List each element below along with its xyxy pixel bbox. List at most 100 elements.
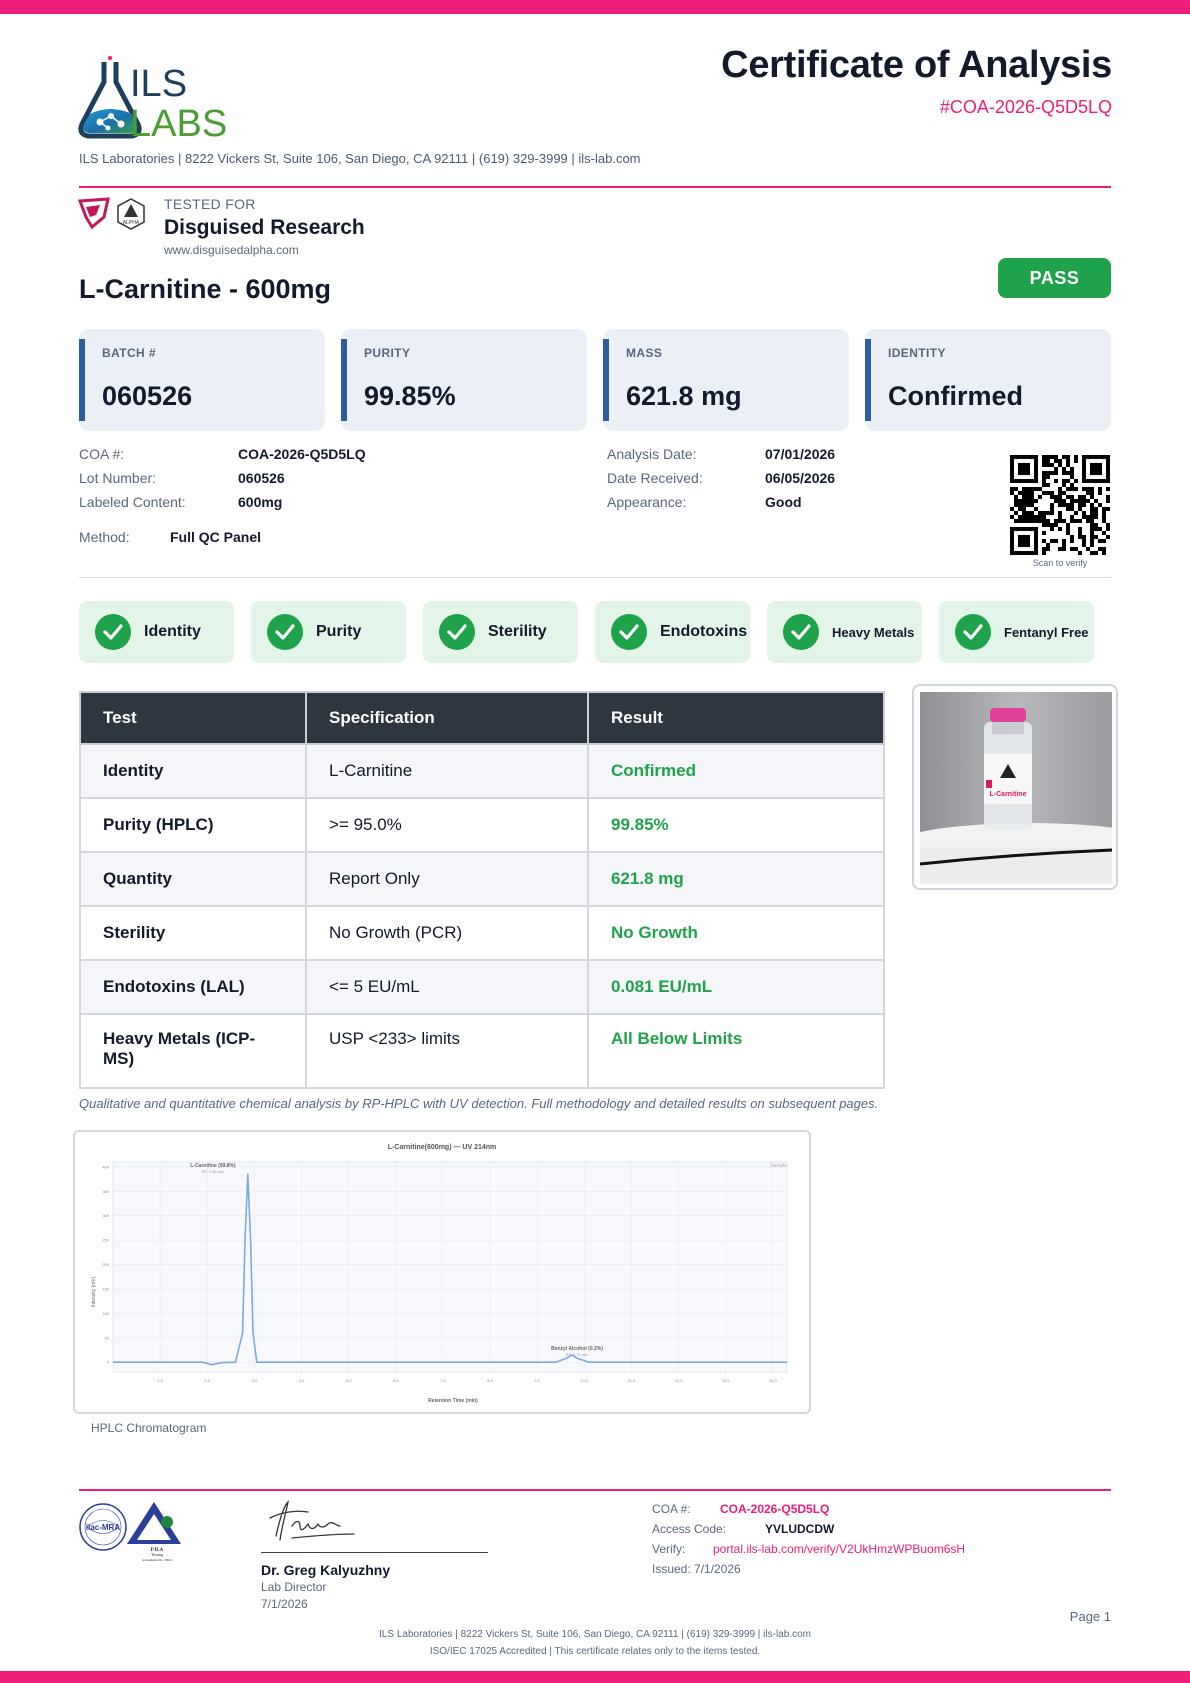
svg-text:Testing: Testing <box>151 1552 163 1557</box>
ils-labs-logo: ILS LABS <box>78 56 227 141</box>
x-tick-label: 14.0 <box>769 1378 778 1383</box>
y-tick-label: 200 <box>102 1262 109 1267</box>
stat-card-mass: MASS 621.8 mg <box>603 329 849 431</box>
cell-spec: Report Only <box>305 851 589 907</box>
y-tick-label: 250 <box>102 1238 109 1243</box>
x-tick-label: 6.0 <box>393 1378 399 1383</box>
y-tick-label: 150 <box>102 1286 109 1291</box>
stat-label: IDENTITY <box>888 346 946 360</box>
footer-accreditation-line: ISO/IEC 17025 Accredited | This certific… <box>429 1646 761 1657</box>
logo-ils-text: ILS <box>130 63 187 105</box>
ilac-mra-logo-icon: ilac-MRA <box>79 1503 127 1551</box>
cell-test: Quantity <box>79 851 307 907</box>
checkmark-icon <box>439 614 475 650</box>
access-code-label: Access Code: <box>652 1522 727 1536</box>
client-logos: ALPHA <box>78 197 145 230</box>
svg-text:ALPHA: ALPHA <box>123 220 140 226</box>
signer-title: Lab Director <box>261 1580 327 1594</box>
hplc-chromatogram: L-Carnitine(600mg) — UV 214nm Intensity … <box>91 1144 788 1404</box>
issued-date: Issued: 7/1/2026 <box>652 1562 741 1576</box>
cell-spec: <= 5 EU/mL <box>305 959 589 1015</box>
check-label: Fentanyl Free <box>1004 624 1089 640</box>
stat-value: Confirmed <box>888 381 1023 411</box>
alpha-logo-icon: ALPHA <box>117 198 145 230</box>
analysis-date-label: Analysis Date: <box>607 446 697 462</box>
x-tick-label: 5.0 <box>346 1378 352 1383</box>
check-badge: Purity <box>251 601 406 663</box>
stat-label: BATCH # <box>102 346 156 360</box>
product-name: L-Carnitine - 600mg <box>79 274 332 304</box>
lot-number-label: Lot Number: <box>79 470 157 486</box>
date-received-label: Date Received: <box>607 470 703 486</box>
cell-test: Endotoxins (LAL) <box>79 959 307 1015</box>
signature-line <box>261 1552 488 1553</box>
stat-label: PURITY <box>364 346 411 360</box>
plot-area <box>112 1161 788 1373</box>
cell-test: Identity <box>79 743 307 799</box>
cell-spec: USP <233> limits <box>305 1013 589 1089</box>
table-row: Purity (HPLC) >= 95.0% 99.85% <box>79 797 885 853</box>
check-label: Heavy Metals <box>832 624 915 640</box>
y-tick-label: 50 <box>105 1335 110 1340</box>
peak-sub-main: RT: 2.86 min <box>202 1169 224 1174</box>
accreditation-logos: ilac-MRA PJLA Testing Accreditation No. … <box>79 1502 181 1562</box>
checkmark-icon <box>267 614 303 650</box>
table-row: Identity L-Carnitine Confirmed <box>79 743 885 799</box>
x-tick-label: 1.0 <box>157 1378 163 1383</box>
bottom-accent-bar <box>0 1671 1190 1683</box>
verify-link[interactable]: portal.ils-lab.com/verify/V2UkHmzWPBuom6… <box>713 1542 965 1556</box>
logo-labs-text: LABS <box>130 103 227 141</box>
x-tick-label: 11.0 <box>628 1378 636 1383</box>
x-tick-label: 13.0 <box>722 1378 731 1383</box>
checkmark-icon <box>95 614 131 650</box>
table-row: Sterility No Growth (PCR) No Growth <box>79 905 885 961</box>
y-tick-label: 400 <box>102 1164 109 1169</box>
y-tick-label: 0 <box>107 1360 110 1365</box>
x-tick-label: 9.0 <box>534 1378 540 1383</box>
x-tick-label: 7.0 <box>440 1378 446 1383</box>
date-received-value: 06/05/2026 <box>765 470 836 486</box>
cell-result: All Below Limits <box>587 1013 885 1089</box>
cell-test: Sterility <box>79 905 307 961</box>
checkmark-icon <box>783 614 819 650</box>
check-badge: Identity <box>79 601 234 663</box>
check-label: Endotoxins <box>660 623 748 640</box>
x-tick-label: 10.0 <box>580 1378 589 1383</box>
method-note: Qualitative and quantitative chemical an… <box>79 1096 879 1111</box>
stat-card-identity: IDENTITY Confirmed <box>865 329 1111 431</box>
x-tick-label: 4.0 <box>299 1378 305 1383</box>
check-label: Identity <box>144 623 201 640</box>
check-badge: Endotoxins <box>595 601 750 663</box>
svg-text:Accreditation No. 59612: Accreditation No. 59612 <box>142 1558 172 1562</box>
y-tick-label: 350 <box>102 1189 109 1194</box>
signer-name: Dr. Greg Kalyuzhny <box>261 1562 391 1578</box>
footer-address-line: ILS Laboratories | 8222 Vickers St, Suit… <box>379 1629 811 1640</box>
labeled-content-label: Labeled Content: <box>79 494 186 510</box>
x-tick-label: 8.0 <box>487 1378 493 1383</box>
cell-spec: L-Carnitine <box>305 743 589 799</box>
table-row: Quantity Report Only 621.8 mg <box>79 851 885 907</box>
y-tick-label: 300 <box>102 1213 109 1218</box>
table-header-row: Test Specification Result <box>79 691 885 745</box>
access-code-value: YVLUDCDW <box>765 1522 835 1536</box>
footer-coa-value: COA-2026-Q5D5LQ <box>720 1502 830 1516</box>
check-badge: Heavy Metals <box>767 601 922 663</box>
vial-label-text: L-Carnitine <box>990 791 1027 798</box>
page-number: Page 1 <box>1069 1609 1111 1624</box>
verification-qr-code[interactable] <box>1010 455 1110 555</box>
tested-for-label: TESTED FOR <box>164 196 256 212</box>
check-badge: Fentanyl Free <box>939 601 1094 663</box>
cell-test: Purity (HPLC) <box>79 797 307 853</box>
check-badge: Sterility <box>423 601 578 663</box>
appearance-value: Good <box>765 494 802 510</box>
lot-number-value: 060526 <box>238 470 285 486</box>
table-row: Heavy Metals (ICP-MS) USP <233> limits A… <box>79 1013 885 1089</box>
vial-photo: L-Carnitine <box>920 692 1112 884</box>
chromatogram-frame: L-Carnitine(600mg) — UV 214nm Intensity … <box>73 1130 811 1414</box>
stat-card-batch: BATCH # 060526 <box>79 329 325 431</box>
x-tick-label: 3.0 <box>252 1378 258 1383</box>
director-signature <box>269 1500 355 1541</box>
cell-test: Heavy Metals (ICP-MS) <box>79 1013 307 1089</box>
document-title: Certificate of Analysis <box>721 44 1112 86</box>
cell-spec: No Growth (PCR) <box>305 905 589 961</box>
